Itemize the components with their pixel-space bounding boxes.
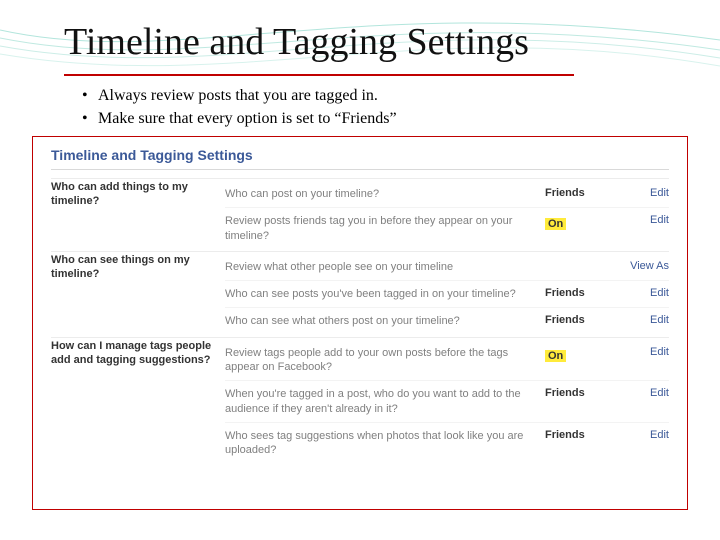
settings-row: Review posts friends tag you in before t… <box>225 207 669 249</box>
settings-row: When you're tagged in a post, who do you… <box>225 380 669 422</box>
settings-row: Review what other people see on your tim… <box>225 254 669 280</box>
edit-link[interactable]: Edit <box>615 214 669 226</box>
bullet-list: Always review posts that you are tagged … <box>82 84 397 130</box>
settings-section: Who can add things to my timeline? Who c… <box>51 178 669 249</box>
bullet-item: Always review posts that you are tagged … <box>82 84 397 107</box>
section-question: How can I manage tags people add and tag… <box>51 340 225 464</box>
setting-value: Friends <box>545 387 615 399</box>
settings-row: Who sees tag suggestions when photos tha… <box>225 422 669 464</box>
slide-title: Timeline and Tagging Settings <box>64 20 529 64</box>
view-as-link[interactable]: View As <box>615 260 669 272</box>
settings-row: Review tags people add to your own posts… <box>225 340 669 381</box>
setting-description: Who can see posts you've been tagged in … <box>225 287 545 301</box>
bullet-item: Make sure that every option is set to “F… <box>82 107 397 130</box>
setting-value: Friends <box>545 314 615 326</box>
setting-description: Who sees tag suggestions when photos tha… <box>225 429 545 458</box>
settings-row: Who can post on your timeline? Friends E… <box>225 181 669 207</box>
section-question: Who can add things to my timeline? <box>51 181 225 249</box>
edit-link[interactable]: Edit <box>615 187 669 199</box>
edit-link[interactable]: Edit <box>615 429 669 441</box>
setting-value-highlighted: On <box>545 350 566 362</box>
settings-screenshot: Timeline and Tagging Settings Who can ad… <box>32 136 688 510</box>
settings-section: How can I manage tags people add and tag… <box>51 337 669 464</box>
setting-description: Review tags people add to your own posts… <box>225 346 545 375</box>
edit-link[interactable]: Edit <box>615 314 669 326</box>
settings-section: Who can see things on my timeline? Revie… <box>51 251 669 335</box>
setting-description: Review what other people see on your tim… <box>225 260 545 274</box>
settings-row: Who can see posts you've been tagged in … <box>225 280 669 307</box>
edit-link[interactable]: Edit <box>615 387 669 399</box>
edit-link[interactable]: Edit <box>615 346 669 358</box>
slide: Timeline and Tagging Settings Always rev… <box>0 0 720 540</box>
setting-description: Review posts friends tag you in before t… <box>225 214 545 243</box>
setting-value: Friends <box>545 187 615 199</box>
section-question: Who can see things on my timeline? <box>51 254 225 335</box>
title-underline <box>64 74 574 76</box>
setting-description: Who can post on your timeline? <box>225 187 545 201</box>
setting-value: Friends <box>545 287 615 299</box>
setting-value: Friends <box>545 429 615 441</box>
setting-description: Who can see what others post on your tim… <box>225 314 545 328</box>
settings-row: Who can see what others post on your tim… <box>225 307 669 334</box>
panel-heading: Timeline and Tagging Settings <box>51 147 669 163</box>
setting-value-highlighted: On <box>545 218 566 230</box>
divider <box>51 169 669 170</box>
edit-link[interactable]: Edit <box>615 287 669 299</box>
setting-description: When you're tagged in a post, who do you… <box>225 387 545 416</box>
